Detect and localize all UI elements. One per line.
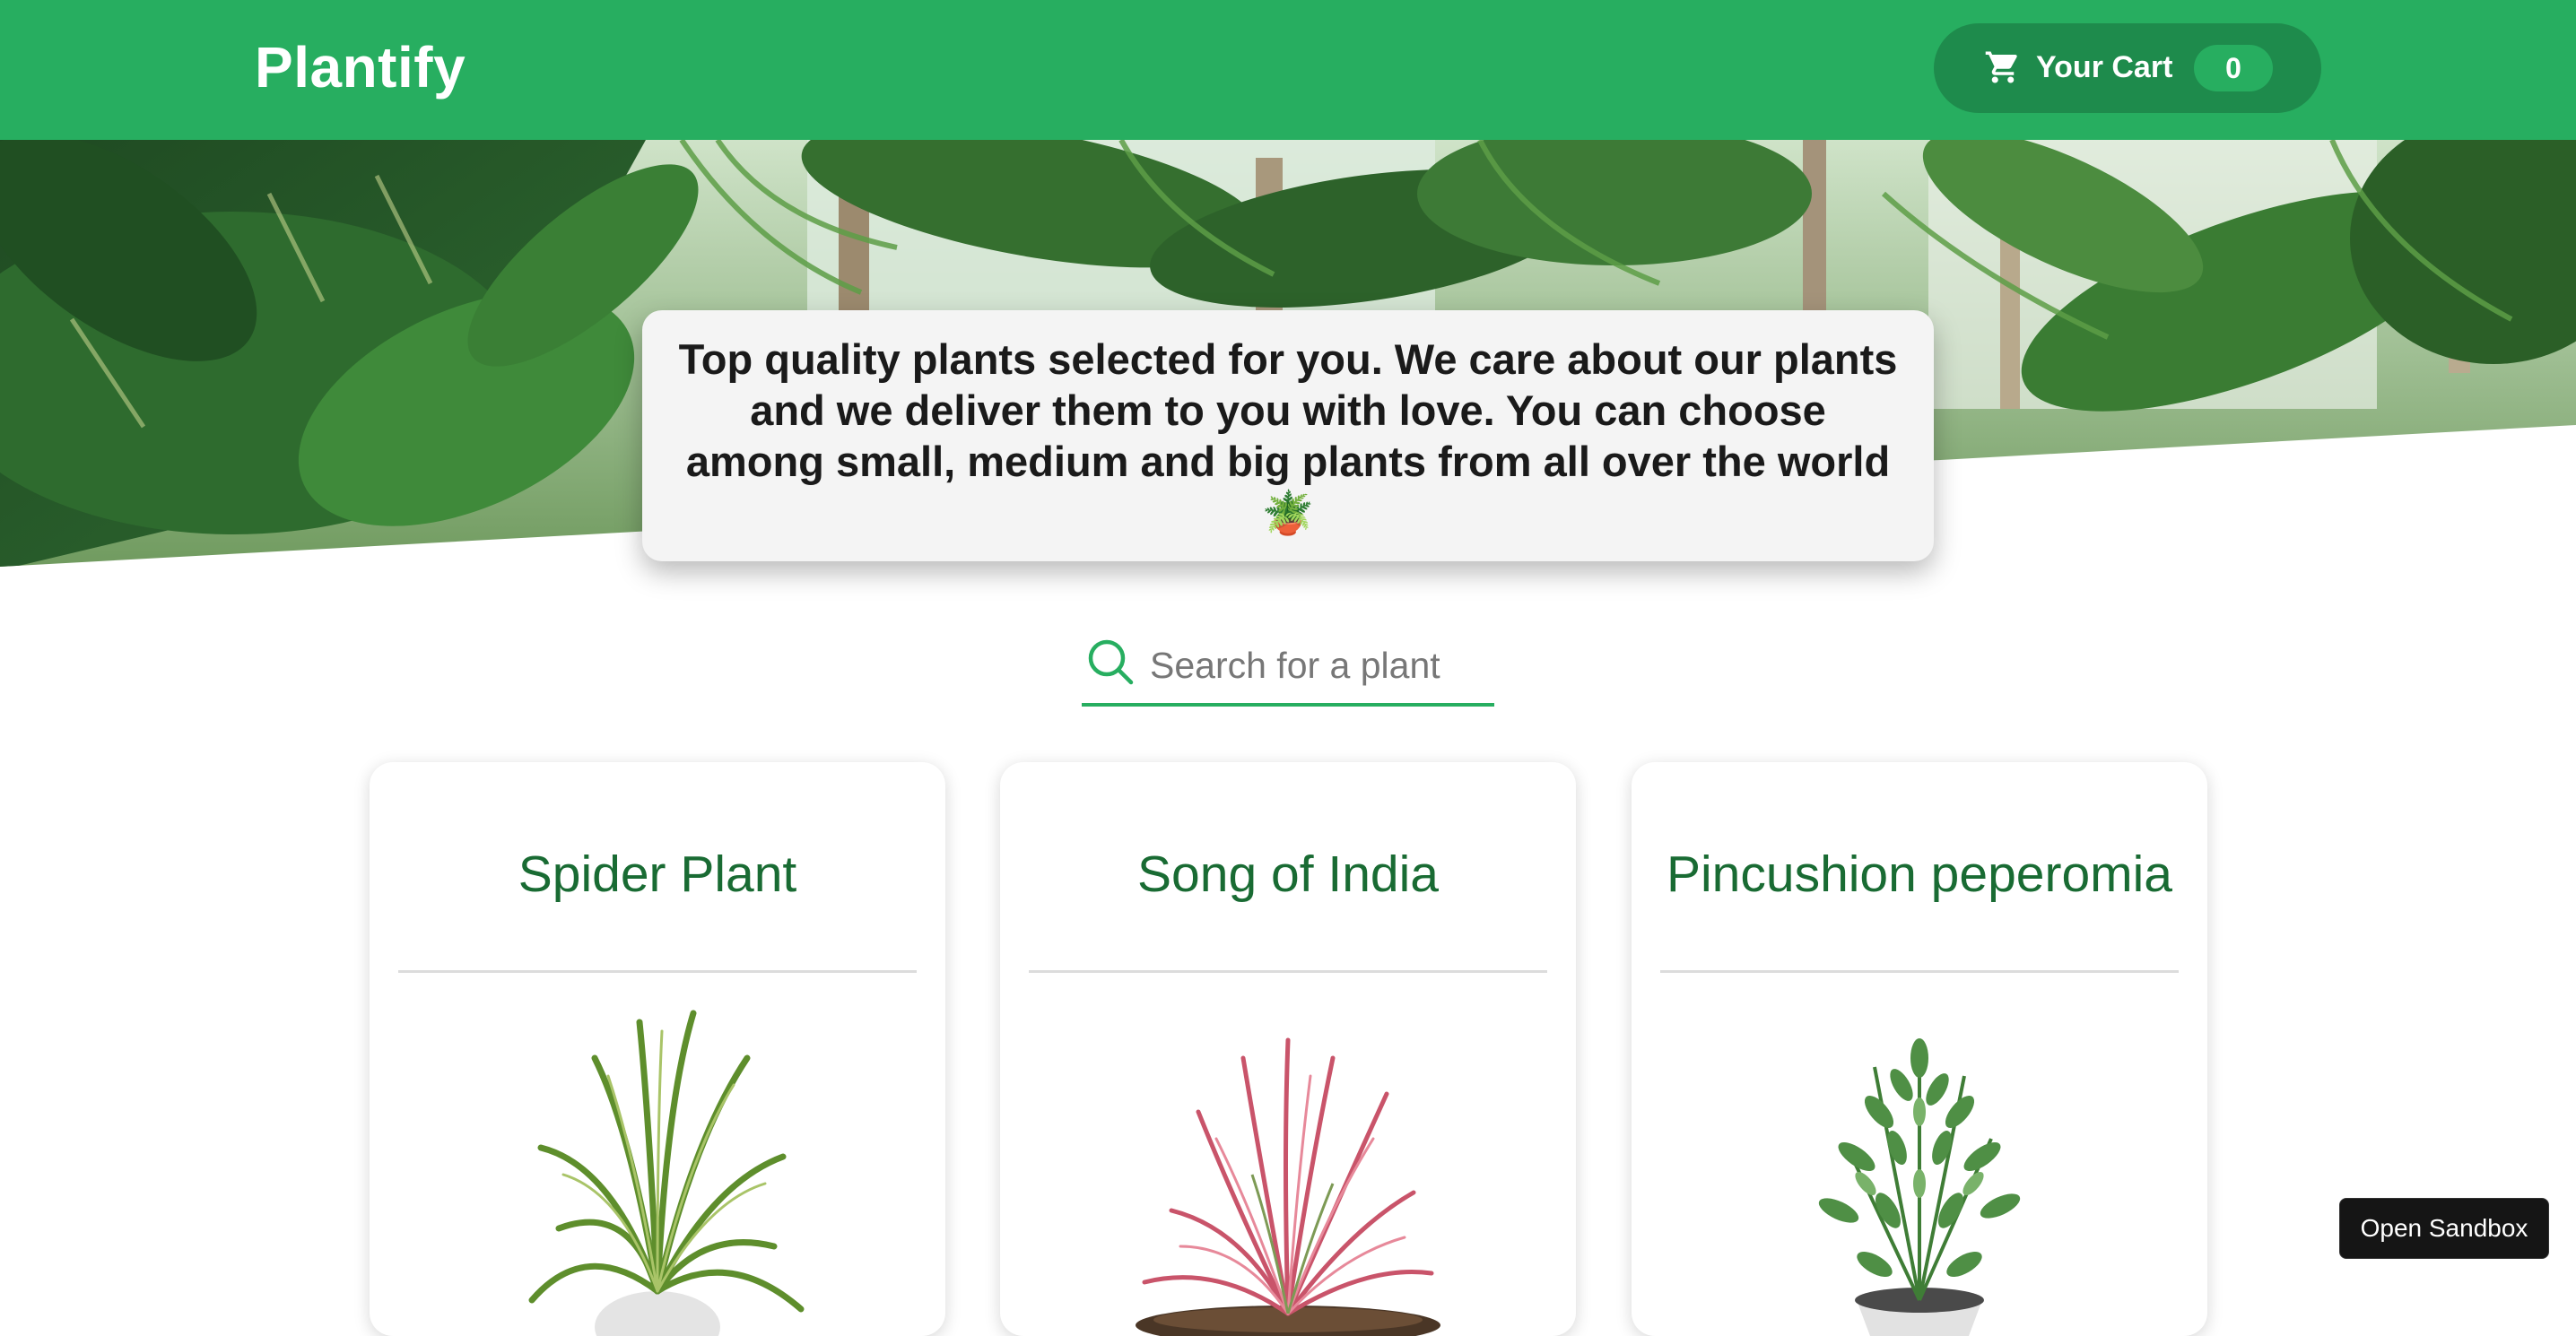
product-card[interactable]: Song of India	[1000, 762, 1576, 1336]
search-icon	[1088, 639, 1134, 685]
top-navigation-bar: Plantify Your Cart 0	[0, 0, 2576, 140]
cart-icon	[1985, 51, 2017, 83]
pincushion-peperomia-image	[1740, 1004, 2099, 1336]
song-of-india-image	[1109, 1004, 1467, 1336]
product-name: Song of India	[1137, 846, 1439, 903]
cart-label: Your Cart	[2036, 50, 2173, 84]
product-card[interactable]: Pincushion peperomia	[1632, 762, 2207, 1336]
spider-plant-image	[478, 1004, 837, 1336]
intro-text: Top quality plants selected for you. We …	[678, 335, 1898, 536]
card-divider	[1660, 970, 2179, 973]
intro-card: Top quality plants selected for you. We …	[642, 310, 1934, 561]
product-card[interactable]: Spider Plant	[370, 762, 945, 1336]
product-name: Pincushion peperomia	[1666, 846, 2173, 903]
search-bar[interactable]	[1082, 633, 1494, 707]
cart-button[interactable]: Your Cart 0	[1934, 23, 2321, 113]
card-divider	[398, 970, 917, 973]
brand-logo[interactable]: Plantify	[255, 34, 466, 100]
card-divider	[1029, 970, 1547, 973]
search-input[interactable]	[1150, 638, 1482, 692]
open-sandbox-button[interactable]: Open Sandbox	[2339, 1198, 2549, 1259]
product-name: Spider Plant	[518, 846, 797, 903]
cart-count-badge: 0	[2194, 45, 2273, 91]
